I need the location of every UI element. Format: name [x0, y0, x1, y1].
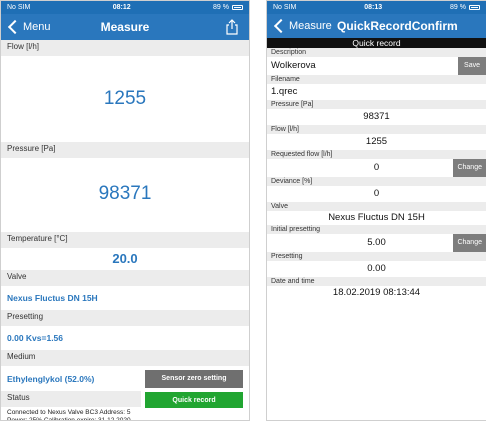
pressure-value: 98371 — [98, 183, 152, 204]
share-icon[interactable] — [225, 19, 239, 35]
valve-label: Valve — [267, 202, 486, 211]
battery-status: 89 % — [213, 4, 243, 11]
quick-record-button[interactable]: Quick record — [145, 392, 243, 408]
status-bar: No SIM 08:13 89 % — [267, 1, 486, 14]
flow-label: Flow [l/h] — [267, 125, 486, 134]
connection-status-text: Connected to Nexus Valve BC3 Address: 5 … — [7, 409, 131, 421]
temperature-label: Temperature [°C] — [1, 232, 249, 248]
deviance-label: Deviance [%] — [267, 177, 486, 186]
clock: 08:13 — [364, 4, 383, 11]
carrier-label: No SIM — [7, 4, 31, 11]
medium-label: Medium — [1, 350, 249, 366]
flow-value: 1255 — [103, 88, 147, 109]
flow-label: Flow [l/h] — [1, 40, 249, 56]
battery-percent: 89 % — [450, 4, 466, 11]
date-time-label: Date and time — [267, 277, 486, 286]
presetting-label: Presetting — [1, 310, 249, 326]
pressure-label: Pressure [Pa] — [1, 142, 249, 158]
battery-status: 89 % — [450, 4, 480, 11]
flow-value: 1255 — [365, 136, 388, 147]
description-label: Description — [267, 48, 486, 57]
nav-title: QuickRecordConfirm — [337, 19, 458, 33]
filename-value[interactable]: 1.qrec — [267, 84, 486, 100]
initial-presetting-label: Initial presetting — [267, 225, 486, 234]
temperature-value: 20.0 — [112, 251, 138, 266]
navigation-bar: Measure QuickRecordConfirm — [267, 14, 486, 38]
back-label: Measure — [289, 20, 332, 32]
valve-value: Nexus Fluctus DN 15H — [7, 293, 98, 303]
save-button[interactable]: Save — [458, 57, 486, 75]
back-button[interactable]: Menu — [1, 19, 51, 35]
pressure-value: 98371 — [363, 111, 390, 122]
status-label: Status — [1, 391, 141, 407]
date-time-value: 18.02.2019 08:13:44 — [332, 287, 421, 298]
deviance-value: 0 — [373, 188, 380, 199]
chevron-left-icon — [7, 19, 23, 35]
valve-value: Nexus Fluctus DN 15H — [328, 212, 425, 223]
filename-label: Filename — [267, 75, 486, 84]
navigation-bar: Menu Measure — [1, 14, 249, 40]
battery-percent: 89 % — [213, 4, 229, 11]
requested-flow-value: 0 — [373, 162, 380, 173]
quick-record-header: Quick record — [267, 38, 486, 48]
valve-label: Valve — [1, 270, 249, 286]
back-button[interactable]: Measure — [267, 18, 332, 34]
measure-screen: No SIM 08:12 89 % Menu Measure Flow [l/h… — [0, 0, 250, 421]
change-requested-flow-button[interactable]: Change — [453, 159, 486, 177]
description-value[interactable]: Wolkerova — [271, 60, 316, 71]
change-initial-presetting-button[interactable]: Change — [453, 234, 486, 252]
medium-value: Ethylenglykol (52.0%) — [7, 373, 95, 384]
quick-record-confirm-screen: No SIM 08:13 89 % Measure QuickRecordCon… — [266, 0, 486, 421]
initial-presetting-value: 5.00 — [367, 237, 386, 248]
requested-flow-label: Requested flow [l/h] — [267, 150, 486, 159]
presetting-value: 0.00 — [367, 263, 386, 274]
status-bar: No SIM 08:12 89 % — [1, 1, 249, 14]
clock: 08:12 — [112, 4, 131, 11]
sensor-zero-setting-button[interactable]: Sensor zero setting — [145, 369, 243, 388]
chevron-left-icon — [273, 18, 289, 34]
battery-icon — [469, 5, 480, 10]
battery-icon — [232, 5, 243, 10]
presetting-value: 0.00 Kvs=1.56 — [7, 333, 64, 343]
carrier-label: No SIM — [273, 4, 297, 11]
pressure-label: Pressure [Pa] — [267, 100, 486, 109]
back-label: Menu — [23, 21, 51, 33]
presetting-label: Presetting — [267, 252, 486, 261]
